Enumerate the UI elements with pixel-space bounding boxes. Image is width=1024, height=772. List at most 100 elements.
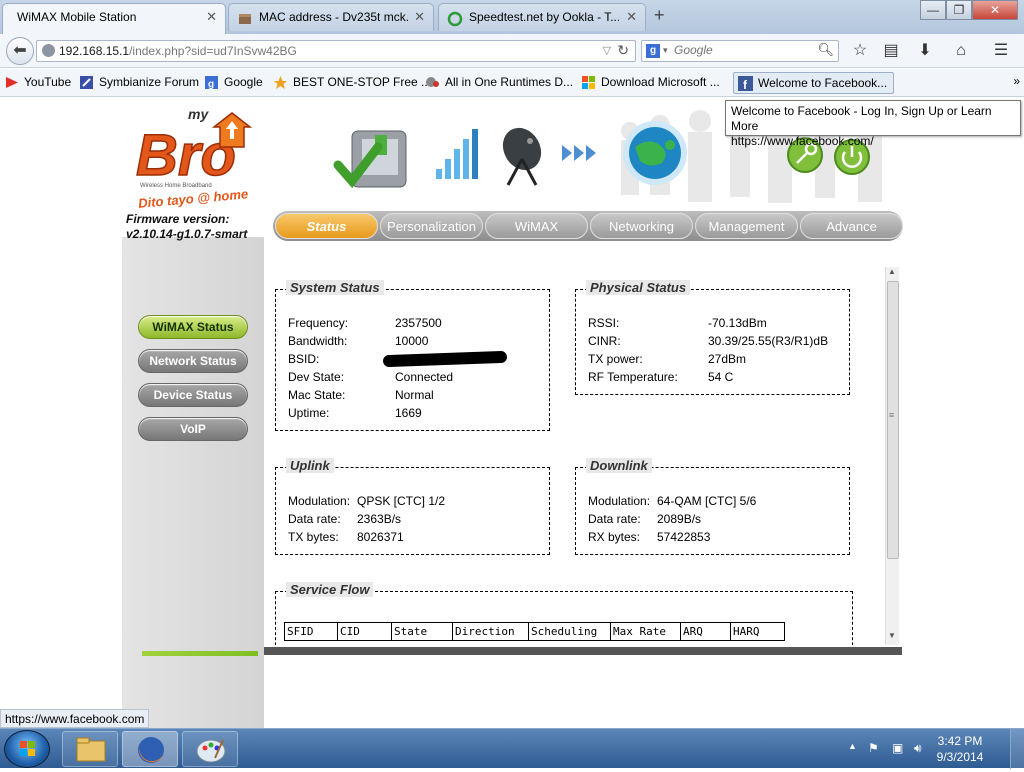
start-button[interactable] — [4, 730, 50, 768]
google-icon: g — [204, 75, 219, 90]
taskbar-paint[interactable] — [182, 731, 238, 767]
close-icon[interactable]: ✕ — [206, 4, 217, 30]
firmware-value: v2.10.14-g1.0.7-smart — [126, 227, 248, 241]
tab-wimax-mobile-station[interactable]: WiMAX Mobile Station ✕ — [2, 3, 226, 34]
new-tab-button[interactable]: + — [654, 5, 665, 26]
windows-taskbar: ▲ ⚑ ▣ 🔊︎ 3:42 PM 9/3/2014 — [0, 728, 1024, 769]
clock[interactable]: 3:42 PM 9/3/2014 — [930, 733, 990, 765]
bookmarks-overflow-button[interactable]: » — [1013, 74, 1020, 88]
bookmark-best-one-stop[interactable]: BEST ONE-STOP Free ... — [273, 75, 431, 89]
bookmark-label: Google — [224, 75, 263, 89]
service-flow-table: SFID CID State Direction Scheduling Max … — [284, 622, 785, 641]
menu-icon[interactable]: ☰ — [990, 40, 1012, 62]
address-bar[interactable]: 192.168.15.1/index.php?sid=ud7InSvw42BG … — [36, 40, 636, 62]
folder-icon — [76, 737, 106, 762]
bookmark-facebook[interactable]: f Welcome to Facebook... — [733, 72, 895, 94]
bookmark-symbianize[interactable]: Symbianize Forum — [79, 75, 199, 89]
google-icon[interactable]: g — [646, 44, 660, 58]
nav-tab-personalization[interactable]: Personalization — [380, 213, 483, 239]
close-window-button[interactable]: ✕ — [972, 0, 1018, 20]
bandwidth-row: Bandwidth: 10000 — [288, 334, 428, 348]
download-icon[interactable]: ⬇ — [914, 40, 936, 62]
logo-tagline: Dito tayo @ home — [138, 186, 249, 211]
panel-title: Service Flow — [286, 582, 374, 597]
row-value: -70.13dBm — [708, 316, 767, 330]
facebook-icon: f — [738, 76, 753, 92]
side-progress-bar — [142, 651, 258, 656]
bookmark-google[interactable]: g Google — [204, 75, 263, 90]
bookmark-youtube[interactable]: YouTube — [4, 75, 71, 89]
scroll-up-icon[interactable]: ▲ — [888, 267, 896, 276]
search-box[interactable]: g ▾ 🔍︎ — [641, 40, 839, 62]
tab-mac-address[interactable]: MAC address - Dv235t mck... ✕ — [228, 3, 434, 31]
bookmark-download-microsoft[interactable]: Download Microsoft ... — [581, 75, 720, 89]
bsid-row: BSID: — [288, 350, 508, 368]
show-desktop-button[interactable] — [1010, 729, 1024, 769]
reload-icon[interactable]: ↻ — [617, 42, 629, 59]
taskbar-firefox[interactable] — [122, 731, 178, 767]
mac-state-row: Mac State: Normal — [288, 388, 434, 402]
wimax-status-button[interactable]: WiMAX Status — [138, 315, 248, 339]
bsid-redaction — [382, 350, 508, 368]
voip-button[interactable]: VoIP — [138, 417, 248, 441]
show-hidden-icons-button[interactable]: ▲ — [848, 741, 857, 751]
row-value: 8026371 — [357, 530, 404, 544]
network-icon[interactable]: ▣ — [892, 741, 903, 755]
bookmark-label: Download Microsoft ... — [601, 75, 720, 89]
checkmark-device-icon — [333, 130, 407, 189]
panel-title: Downlink — [586, 458, 652, 473]
column-header: State — [391, 622, 453, 641]
row-value: 2357500 — [395, 316, 442, 330]
row-value: 64-QAM [CTC] 5/6 — [657, 494, 757, 508]
column-header: Scheduling — [528, 622, 611, 641]
nav-tab-advance[interactable]: Advance — [800, 213, 903, 239]
uptime-row: Uptime: 1669 — [288, 406, 422, 420]
back-arrow-icon: ⬅ — [13, 42, 27, 59]
scroll-down-icon[interactable]: ▼ — [888, 631, 896, 640]
back-button[interactable]: ⬅ — [6, 37, 34, 65]
navigation-bar: ⬅ 192.168.15.1/index.php?sid=ud7InSvw42B… — [0, 34, 1024, 68]
row-value: 27dBm — [708, 352, 747, 366]
star-icon[interactable]: ☆ — [849, 40, 871, 62]
maximize-button[interactable]: ❐ — [946, 0, 972, 20]
box-icon — [237, 10, 253, 26]
bookmarks-list-icon[interactable]: ▤ — [880, 40, 902, 62]
firefox-icon — [138, 737, 164, 763]
action-center-icon[interactable]: ⚑ — [868, 741, 879, 755]
satellite-dish-icon — [502, 127, 542, 186]
url-path: /index.php?sid=ud7InSvw42BG — [129, 44, 297, 58]
row-value: 2363B/s — [357, 512, 402, 526]
bookmark-all-in-one-runtimes[interactable]: All in One Runtimes D... — [425, 75, 573, 89]
logo-sub: Wireless Home Broadband — [140, 183, 212, 189]
dropdown-arrow-icon[interactable]: ▽ — [603, 44, 611, 57]
nav-tab-management[interactable]: Management — [695, 213, 798, 239]
system-status-panel: System Status Frequency: 2357500 Bandwidt… — [275, 280, 550, 431]
row-label: RSSI: — [588, 316, 620, 330]
home-icon[interactable]: ⌂ — [950, 40, 972, 62]
minimize-button[interactable]: — — [920, 0, 946, 20]
grip-icon: ≡ — [889, 410, 895, 420]
nav-tab-status[interactable]: Status — [275, 213, 378, 239]
clock-time: 3:42 PM — [937, 734, 983, 748]
row-label: RF Temperature: — [588, 370, 678, 384]
status-bar-url: https://www.facebook.com — [0, 709, 150, 728]
volume-icon[interactable]: 🔊︎ — [914, 741, 922, 756]
search-input[interactable] — [674, 43, 814, 57]
close-icon[interactable]: ✕ — [626, 4, 637, 30]
microsoft-icon — [581, 75, 596, 90]
scrollbar-thumb[interactable]: ≡ — [887, 281, 899, 559]
dev-state-row: Dev State: Connected — [288, 370, 453, 384]
content-scrollbar[interactable]: ▲ ≡ ▼ — [885, 267, 899, 645]
device-status-button[interactable]: Device Status — [138, 383, 248, 407]
taskbar-explorer[interactable] — [62, 731, 118, 767]
chevron-down-icon[interactable]: ▾ — [663, 45, 668, 56]
search-icon[interactable]: 🔍︎ — [817, 42, 834, 58]
network-status-button[interactable]: Network Status — [138, 349, 248, 373]
row-label: Dev State: — [288, 370, 345, 384]
downlink-modulation-row: Modulation: 64-QAM [CTC] 5/6 — [588, 494, 756, 508]
nav-tab-networking[interactable]: Networking — [590, 213, 693, 239]
nav-tab-wimax[interactable]: WiMAX — [485, 213, 588, 239]
close-icon[interactable]: ✕ — [414, 4, 425, 30]
tab-speedtest[interactable]: Speedtest.net by Ookla - T... ✕ — [438, 3, 646, 31]
row-label: BSID: — [288, 352, 320, 366]
